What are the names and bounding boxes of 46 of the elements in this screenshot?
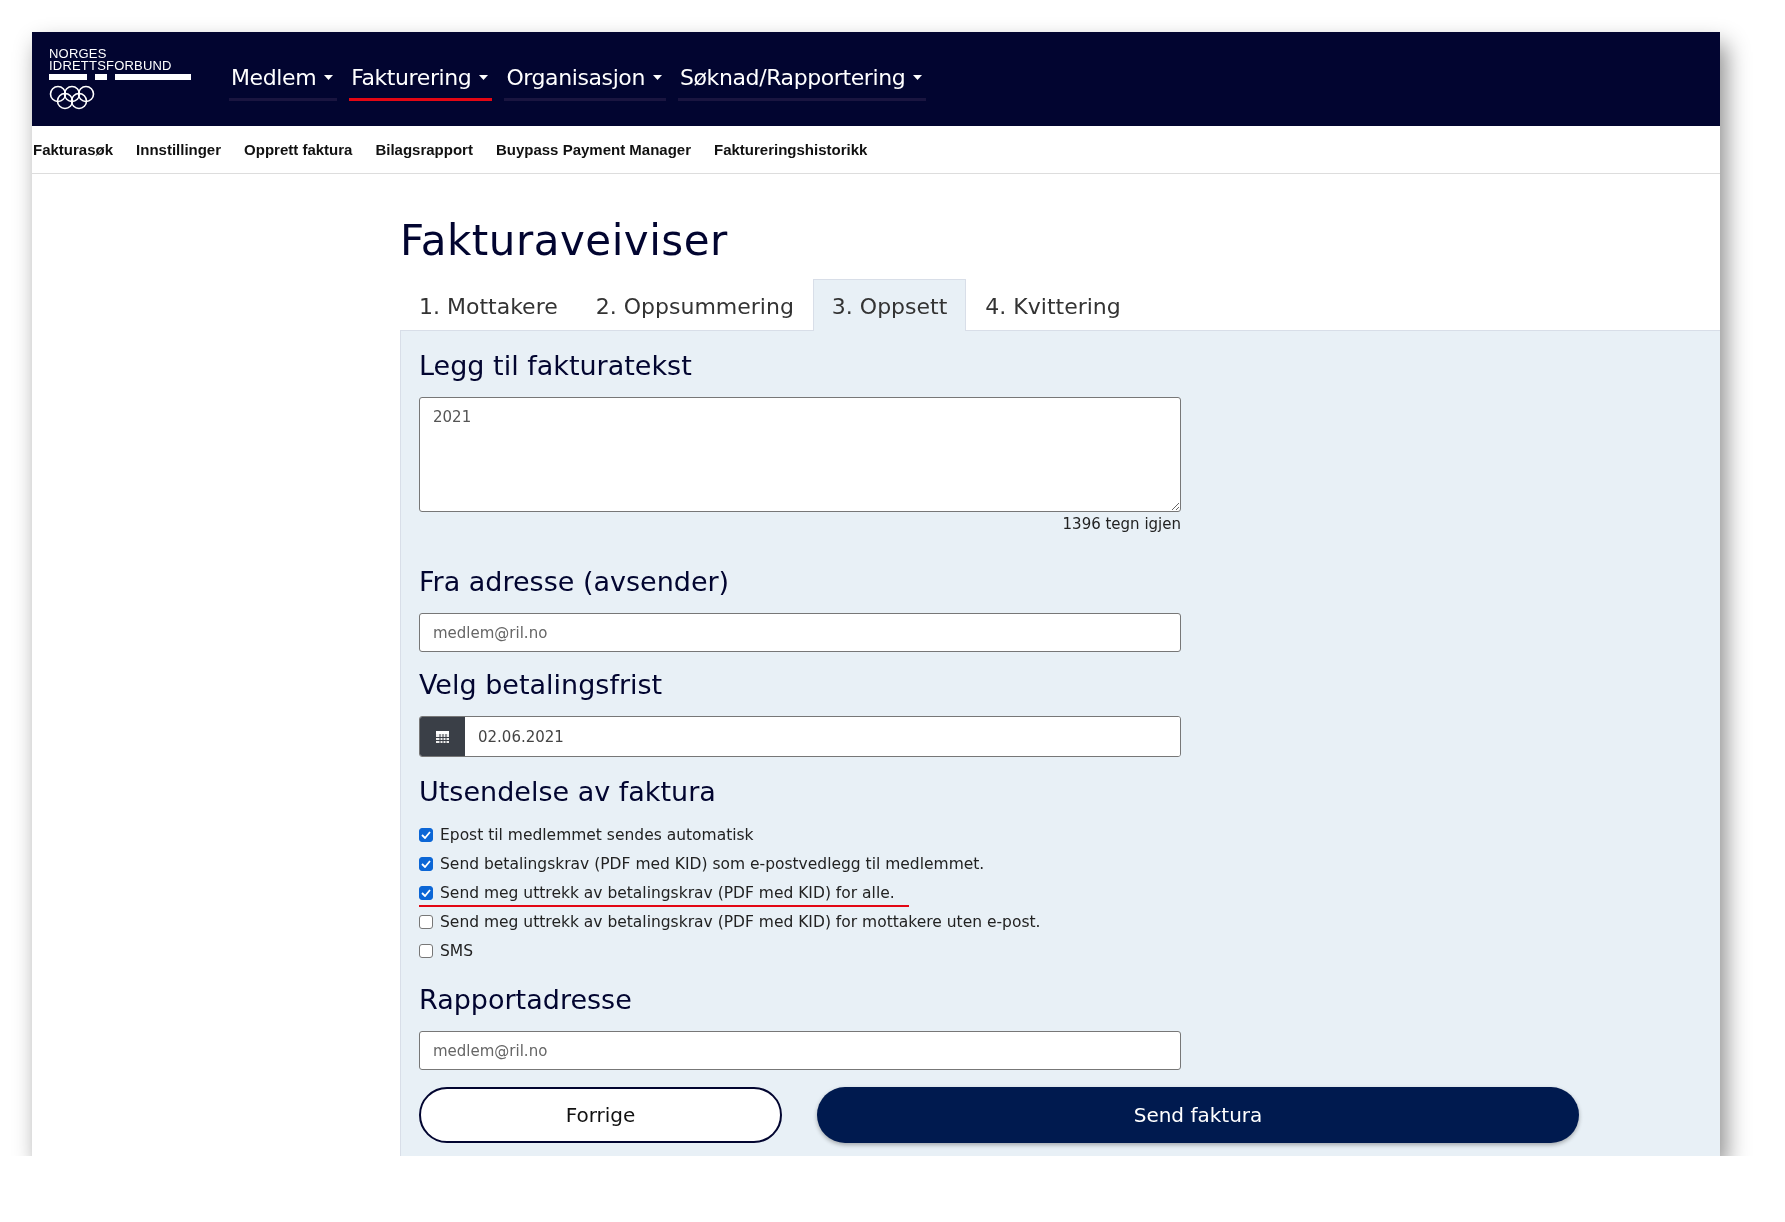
logo-text: IDRETTSFORBUND	[49, 60, 173, 72]
nav-menu-item[interactable]: Organisasjon	[504, 61, 666, 101]
section-heading: Legg til fakturatekst	[419, 349, 693, 383]
nav-menu-item[interactable]: Fakturering	[349, 61, 493, 101]
checkbox-label: Send meg uttrekk av betalingskrav (PDF med KID) for alle.	[440, 884, 895, 902]
section-heading: Utsendelse av faktura	[419, 775, 717, 809]
caret-icon	[653, 75, 662, 80]
nav-menu-item[interactable]: Medlem	[229, 61, 338, 101]
caret-icon	[324, 75, 334, 80]
checkbox[interactable]	[419, 915, 433, 929]
section-heading: Velg betalingsfrist	[419, 668, 664, 702]
step-tab[interactable]: 1. Mottakere	[400, 279, 577, 331]
report-address-field[interactable]: medlem@ril.no	[419, 1031, 1181, 1070]
checkbox[interactable]	[419, 886, 433, 900]
sender-address-field[interactable]: medlem@ril.no	[419, 613, 1181, 652]
caret-icon	[479, 75, 489, 80]
checkbox-label: Epost til medlemmet sendes automatisk	[440, 826, 754, 844]
subnav-link[interactable]: Fakturasøk	[33, 141, 114, 158]
checkbox[interactable]	[419, 857, 433, 871]
invoice-text-field[interactable]: 2021	[419, 397, 1181, 512]
subnav-link[interactable]: Faktureringshistorikk	[714, 141, 868, 158]
step-tab[interactable]: 2. Oppsummering	[576, 279, 813, 331]
logo-text: NORGES	[49, 48, 108, 60]
back-button[interactable]: Forrige	[419, 1087, 782, 1143]
checkbox-label: Send betalingskrav (PDF med KID) som e-postvedlegg til medlemmet.	[440, 855, 985, 873]
subnav-link[interactable]: Buypass Payment Manager	[495, 141, 691, 158]
rings-logo-icon	[49, 72, 191, 110]
subnav-link[interactable]: Bilagsrapport	[375, 141, 473, 158]
caret-icon	[913, 75, 923, 80]
checkbox-label: Send meg uttrekk av betalingskrav (PDF med KID) for mottakere uten e-post.	[440, 913, 1041, 931]
page-title: Fakturaveiviser	[400, 216, 729, 265]
character-counter: 1396 tegn igjen	[1062, 515, 1181, 533]
step-tab[interactable]: 3. Oppsett	[812, 279, 967, 331]
checkbox[interactable]	[419, 828, 433, 842]
nav-menu-item[interactable]: Søknad/Rapportering	[678, 61, 927, 101]
calendar-icon	[435, 729, 450, 744]
checkbox[interactable]	[419, 944, 433, 958]
send-invoice-button[interactable]: Send faktura	[817, 1087, 1579, 1143]
due-date-field[interactable]: 02.06.2021	[419, 716, 1181, 757]
calendar-button[interactable]	[420, 717, 465, 756]
subnav-link[interactable]: Innstillinger	[136, 141, 222, 158]
subnav-link[interactable]: Opprett faktura	[244, 141, 353, 158]
checkbox-label: SMS	[440, 942, 474, 960]
section-heading: Fra adresse (avsender)	[419, 565, 731, 599]
step-tab[interactable]: 4. Kvittering	[966, 279, 1140, 331]
section-heading: Rapportadresse	[419, 983, 633, 1017]
